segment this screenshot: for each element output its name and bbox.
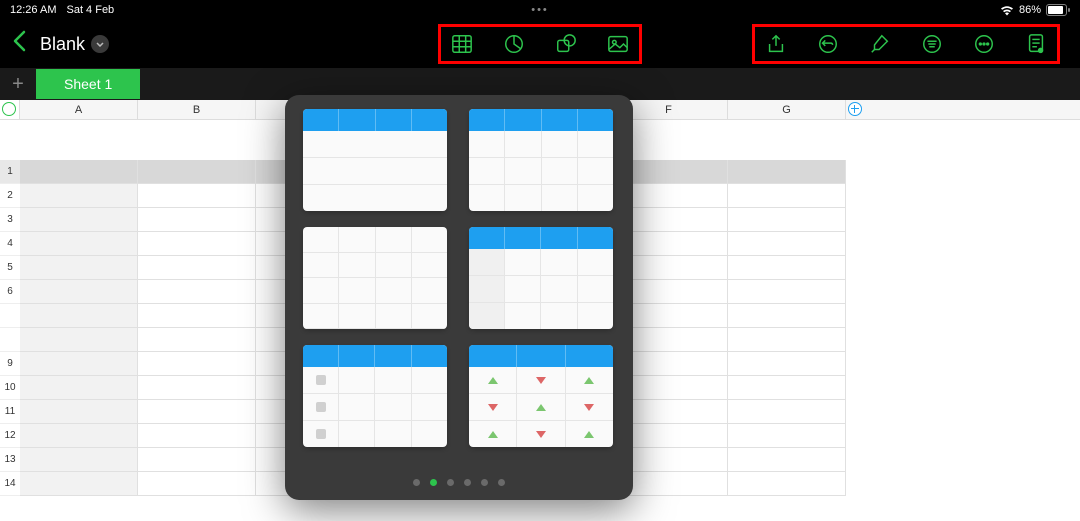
toolbar: Blank bbox=[0, 20, 1080, 68]
template-card-4[interactable] bbox=[469, 227, 613, 329]
page-dot-0[interactable] bbox=[413, 479, 420, 486]
page-dot-2[interactable] bbox=[447, 479, 454, 486]
page-dot-1[interactable] bbox=[430, 479, 437, 486]
back-button[interactable] bbox=[8, 26, 30, 62]
template-card-1[interactable] bbox=[303, 109, 447, 211]
select-origin-button[interactable] bbox=[2, 102, 16, 116]
row-header-12[interactable]: 12 bbox=[0, 424, 20, 448]
document-settings-icon[interactable] bbox=[1025, 33, 1047, 55]
row-header-7[interactable] bbox=[0, 304, 20, 328]
checkbox-icon bbox=[316, 429, 326, 439]
col-header-b[interactable]: B bbox=[138, 100, 256, 119]
triangle-down-icon bbox=[536, 431, 546, 438]
row-header-4[interactable]: 4 bbox=[0, 232, 20, 256]
triangle-up-icon bbox=[488, 431, 498, 438]
row-header-10[interactable]: 10 bbox=[0, 376, 20, 400]
sheet-tab-1[interactable]: Sheet 1 bbox=[36, 69, 140, 99]
checkbox-icon bbox=[316, 375, 326, 385]
share-icon[interactable] bbox=[765, 33, 787, 55]
row-header-9[interactable]: 9 bbox=[0, 352, 20, 376]
triangle-up-icon bbox=[536, 404, 546, 411]
row-header-6[interactable]: 6 bbox=[0, 280, 20, 304]
triangle-up-icon bbox=[584, 431, 594, 438]
document-title[interactable]: Blank bbox=[40, 34, 85, 55]
template-card-3[interactable] bbox=[303, 227, 447, 329]
row-header-14[interactable]: 14 bbox=[0, 472, 20, 496]
status-time: 12:26 AM bbox=[10, 4, 56, 16]
row-header-2[interactable]: 2 bbox=[0, 184, 20, 208]
col-header-g[interactable]: G bbox=[728, 100, 846, 119]
format-brush-icon[interactable] bbox=[869, 33, 891, 55]
template-card-2[interactable] bbox=[469, 109, 613, 211]
triangle-down-icon bbox=[488, 404, 498, 411]
page-indicator bbox=[413, 479, 505, 486]
row-header-8[interactable] bbox=[0, 328, 20, 352]
checkbox-icon bbox=[316, 402, 326, 412]
more-icon[interactable] bbox=[973, 33, 995, 55]
organize-icon[interactable] bbox=[921, 33, 943, 55]
triangle-up-icon bbox=[584, 377, 594, 384]
multitask-dots[interactable]: ••• bbox=[531, 4, 549, 16]
undo-icon[interactable] bbox=[817, 33, 839, 55]
row-header-13[interactable]: 13 bbox=[0, 448, 20, 472]
wifi-icon bbox=[1000, 5, 1014, 16]
row-header-11[interactable]: 11 bbox=[0, 400, 20, 424]
status-date: Sat 4 Feb bbox=[66, 4, 114, 16]
battery-percent: 86% bbox=[1019, 4, 1041, 16]
page-dot-3[interactable] bbox=[464, 479, 471, 486]
title-chevron-icon[interactable] bbox=[91, 35, 109, 53]
template-card-6[interactable] bbox=[469, 345, 613, 447]
row-header-1[interactable]: 1 bbox=[0, 160, 20, 184]
insert-tools-highlight bbox=[438, 24, 642, 64]
insert-table-icon[interactable] bbox=[451, 33, 473, 55]
col-header-a[interactable]: A bbox=[20, 100, 138, 119]
status-bar: 12:26 AM Sat 4 Feb ••• 86% bbox=[0, 0, 1080, 20]
insert-shape-icon[interactable] bbox=[555, 33, 577, 55]
insert-media-icon[interactable] bbox=[607, 33, 629, 55]
action-tools-highlight bbox=[752, 24, 1060, 64]
triangle-up-icon bbox=[488, 377, 498, 384]
row-header-5[interactable]: 5 bbox=[0, 256, 20, 280]
page-dot-4[interactable] bbox=[481, 479, 488, 486]
page-dot-5[interactable] bbox=[498, 479, 505, 486]
triangle-down-icon bbox=[584, 404, 594, 411]
battery-icon bbox=[1046, 4, 1070, 16]
insert-chart-icon[interactable] bbox=[503, 33, 525, 55]
row-headers: 1 2 3 4 5 6 9 10 11 12 13 14 bbox=[0, 120, 20, 496]
add-sheet-button[interactable]: + bbox=[0, 73, 36, 96]
template-card-5[interactable] bbox=[303, 345, 447, 447]
add-column-button[interactable] bbox=[848, 102, 862, 116]
row-header-3[interactable]: 3 bbox=[0, 208, 20, 232]
table-templates-popover bbox=[285, 95, 633, 500]
triangle-down-icon bbox=[536, 377, 546, 384]
